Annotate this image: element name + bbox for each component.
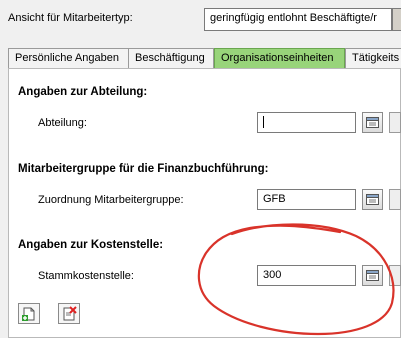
list-picker-icon [366,270,379,281]
tab-label: Tätigkeits [352,52,400,64]
list-picker-icon [366,194,379,205]
tab-organizational-units[interactable]: Organisationseinheiten [214,48,345,69]
cost-center-extra-button[interactable] [389,265,401,286]
employee-group-picker-button[interactable] [362,189,383,210]
employee-group-label: Zuordnung Mitarbeitergruppe: [38,194,184,206]
tab-personal-data[interactable]: Persönliche Angaben [8,48,129,69]
view-label: Ansicht für Mitarbeitertyp: [8,12,133,24]
department-label: Abteilung: [38,117,87,129]
text-cursor [263,116,264,128]
tab-label: Organisationseinheiten [221,52,334,64]
employee-group-extra-button[interactable] [389,189,401,210]
tab-activities[interactable]: Tätigkeits [345,48,401,69]
tab-label: Persönliche Angaben [15,52,119,64]
cost-center-label: Stammkostenstelle: [38,270,134,282]
employee-group-input-value: GFB [263,193,286,205]
cost-center-picker-button[interactable] [362,265,383,286]
list-picker-icon [366,117,379,128]
tab-label: Beschäftigung [135,52,205,64]
employee-group-input[interactable]: GFB [257,189,356,210]
cost-center-input[interactable]: 300 [257,265,356,286]
delete-entry-button[interactable] [58,303,80,324]
section-title-employee-group: Mitarbeitergruppe für die Finanzbuchführ… [18,163,269,175]
section-title-department: Angaben zur Abteilung: [18,86,148,98]
cost-center-input-value: 300 [263,269,282,281]
employee-type-select-edge[interactable] [392,8,401,31]
employee-type-value: geringfügig entlohnt Beschäftigte/r [210,12,377,24]
department-input[interactable] [257,112,356,133]
delete-document-icon [63,306,77,321]
new-entry-button[interactable] [18,303,40,324]
department-picker-button[interactable] [362,112,383,133]
department-extra-button[interactable] [389,112,401,133]
employee-type-select[interactable]: geringfügig entlohnt Beschäftigte/r [204,8,392,31]
tab-employment[interactable]: Beschäftigung [128,48,214,69]
new-document-icon [22,307,35,321]
section-title-cost-center: Angaben zur Kostenstelle: [18,239,164,251]
